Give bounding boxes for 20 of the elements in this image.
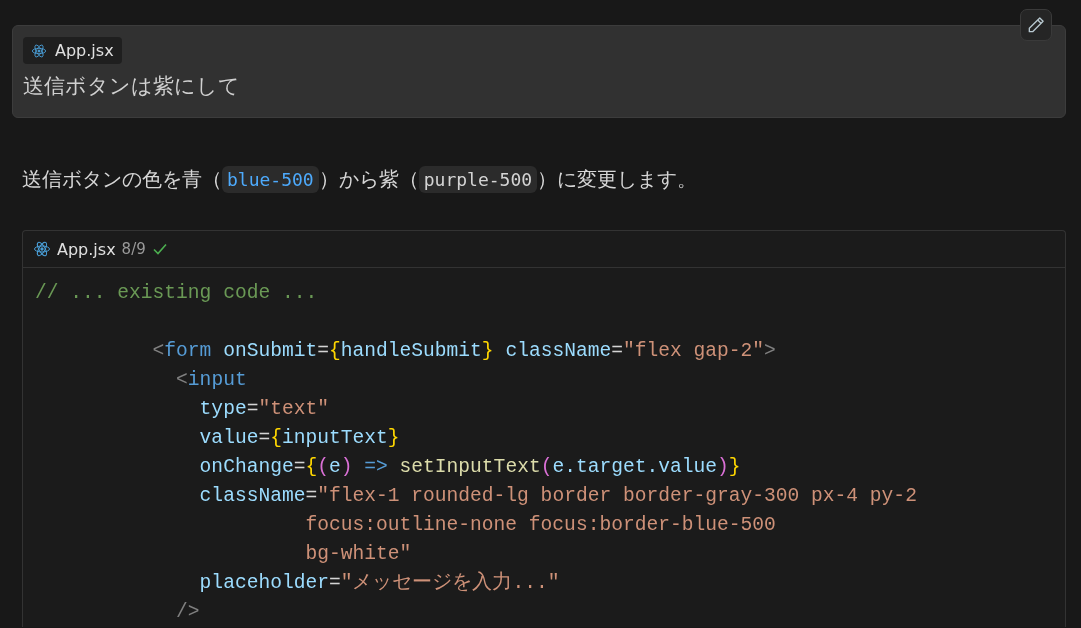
react-icon <box>31 42 47 59</box>
pencil-icon <box>1026 15 1046 35</box>
code-line: className="flex-1 rounded-lg border border-gray-300 px-4 py-2 <box>198 484 917 509</box>
code-line: focus:outline-none focus:border-blue-500 <box>304 513 776 538</box>
file-chip[interactable]: App.jsx <box>23 37 122 64</box>
response-text: 送信ボタンの色を青（ blue-500 ）から紫（ purple-500 ）に変更します。 <box>22 165 699 195</box>
code-line: <input <box>175 368 247 393</box>
code-line: bg-white" <box>304 542 412 567</box>
code-line: // ... existing code ... <box>35 281 318 306</box>
prompt-text: 送信ボタンは紫にして <box>23 73 240 100</box>
code-line: placeholder="メッセージを入力..." <box>198 570 560 596</box>
edit-button[interactable] <box>1020 9 1052 41</box>
code-line: value={inputText} <box>198 426 400 451</box>
code-line: type="text" <box>198 397 329 422</box>
file-name: App.jsx <box>57 239 116 259</box>
code-line: onChange={(e) => setInputText(e.target.value)} <box>198 455 741 480</box>
react-icon <box>33 240 51 258</box>
progress-count: 8/9 <box>121 240 146 258</box>
code-line: <form onSubmit={handleSubmit} className="flex gap-2"> <box>151 339 776 364</box>
code-line: /> <box>175 600 200 625</box>
